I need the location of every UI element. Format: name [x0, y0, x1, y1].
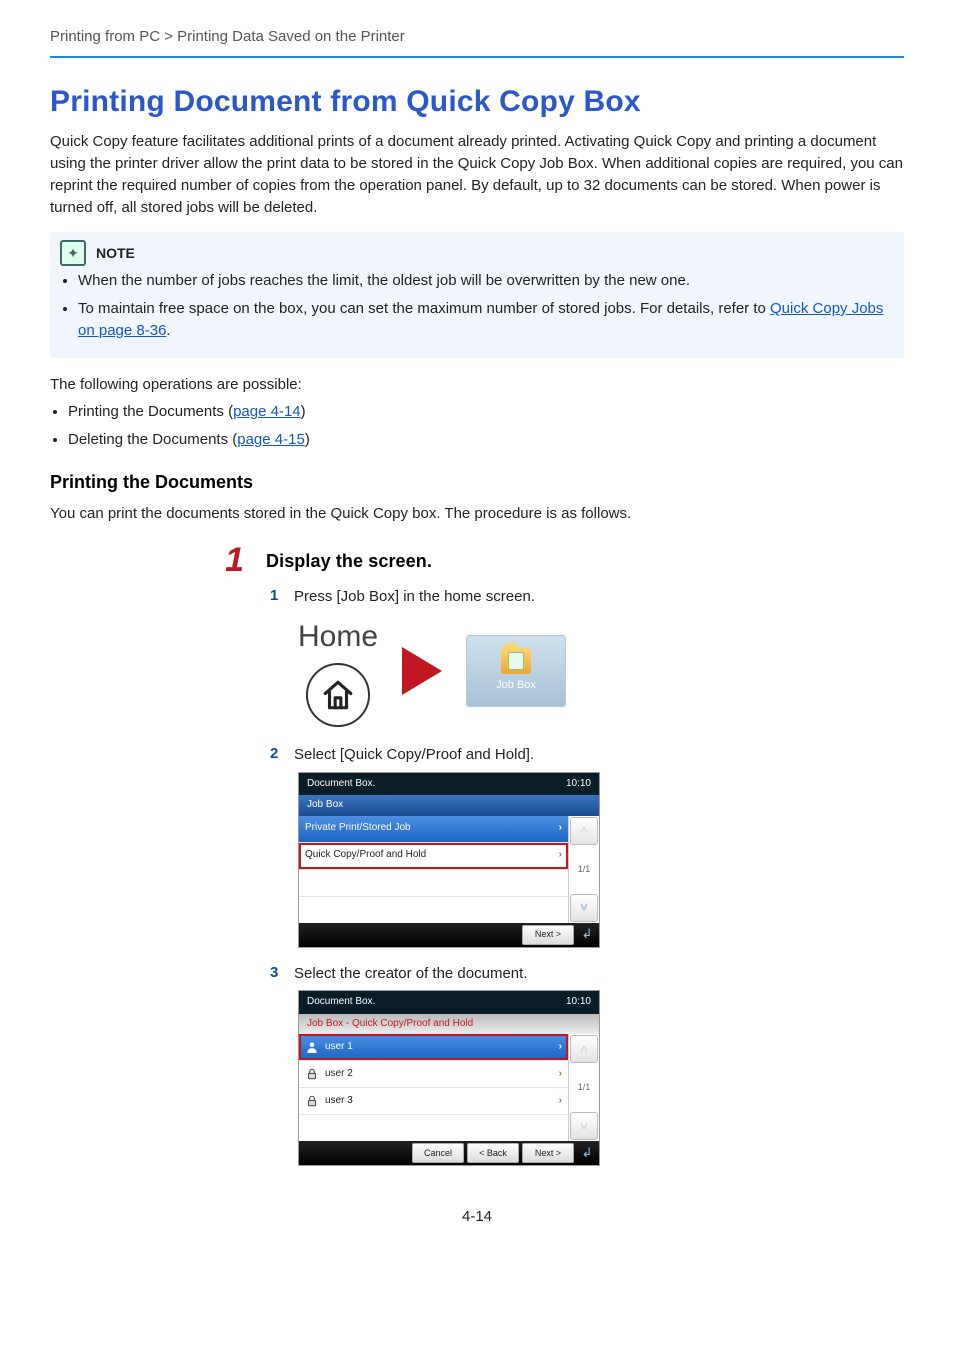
touchpanel-screenshot-job-box: Document Box. 10:10 Job Box Private Prin…: [298, 772, 600, 948]
printing-docs-intro: You can print the documents stored in th…: [50, 503, 904, 525]
list-item-user[interactable]: user 3 ›: [299, 1088, 568, 1115]
note-icon: ✦: [60, 240, 86, 266]
home-to-jobbox-illustration: Home Job Box: [298, 615, 904, 727]
chevron-right-icon: ›: [559, 1067, 562, 1082]
list-item-private-print[interactable]: Private Print/Stored Job ›: [299, 816, 568, 843]
page-indicator: 1/1: [569, 846, 599, 893]
note-item-end: .: [166, 322, 170, 339]
list-item-user[interactable]: user 2 ›: [299, 1061, 568, 1088]
note-item: When the number of jobs reaches the limi…: [78, 270, 894, 292]
note-label: NOTE: [96, 243, 135, 263]
list-item-empty: [299, 870, 568, 897]
note-item-text: To maintain free space on the box, you c…: [78, 300, 770, 317]
chevron-right-icon: ›: [559, 1094, 562, 1109]
scroll-down-button[interactable]: ˅: [570, 1112, 598, 1140]
ops-item: Printing the Documents (page 4-14): [68, 401, 904, 423]
list-item-label: Quick Copy/Proof and Hold: [305, 848, 426, 863]
step-title: Display the screen.: [266, 548, 432, 574]
breadcrumb: Printing from PC > Printing Data Saved o…: [50, 26, 904, 58]
substep-text: Press [Job Box] in the home screen.: [294, 585, 535, 608]
home-label: Home: [298, 615, 378, 659]
lock-icon: [305, 1067, 319, 1081]
screen-time: 10:10: [566, 777, 591, 792]
next-button[interactable]: Next >: [522, 925, 574, 945]
screen-time: 10:10: [566, 995, 591, 1010]
list-item-quick-copy[interactable]: Quick Copy/Proof and Hold ›: [299, 843, 568, 870]
chevron-right-icon: ›: [559, 1040, 562, 1055]
intro-text: Quick Copy feature facilitates additiona…: [50, 131, 904, 218]
cancel-button[interactable]: Cancel: [412, 1143, 464, 1163]
scroll-up-button[interactable]: ˄: [570, 817, 598, 845]
enter-icon: ↲: [577, 1144, 597, 1162]
printing-docs-heading: Printing the Documents: [50, 469, 904, 495]
substep-number: 2: [270, 743, 282, 765]
ops-item: Deleting the Documents (page 4-15): [68, 429, 904, 451]
ops-item-end: ): [305, 431, 310, 448]
screen-title: Document Box.: [307, 777, 375, 792]
list-item-user[interactable]: user 1 ›: [299, 1034, 568, 1061]
chevron-right-icon: ›: [559, 848, 562, 863]
job-box-tile[interactable]: Job Box: [466, 635, 566, 707]
screen-subtitle: Job Box - Quick Copy/Proof and Hold: [299, 1014, 599, 1035]
screen-title: Document Box.: [307, 995, 375, 1010]
step-number: 1: [220, 543, 244, 577]
touchpanel-screenshot-users: Document Box. 10:10 Job Box - Quick Copy…: [298, 990, 600, 1166]
scroll-down-button[interactable]: ˅: [570, 894, 598, 922]
home-icon: [306, 663, 370, 727]
back-button[interactable]: < Back: [467, 1143, 519, 1163]
person-icon: [305, 1040, 319, 1054]
list-item-empty: [299, 1115, 568, 1141]
ops-item-end: ): [301, 403, 306, 420]
ops-link[interactable]: page 4-15: [237, 431, 305, 448]
ops-item-text: Printing the Documents (: [68, 403, 233, 420]
next-button[interactable]: Next >: [522, 1143, 574, 1163]
following-ops-text: The following operations are possible:: [50, 374, 904, 396]
list-item-empty: [299, 897, 568, 923]
tile-label: Job Box: [496, 678, 536, 694]
page-number: 4-14: [50, 1206, 904, 1228]
note-box: ✦ NOTE When the number of jobs reaches t…: [50, 232, 904, 357]
ops-link[interactable]: page 4-14: [233, 403, 301, 420]
substep-text: Select the creator of the document.: [294, 962, 527, 985]
chevron-right-icon: ›: [559, 821, 562, 836]
enter-icon: ↲: [577, 926, 597, 944]
scroll-up-button[interactable]: ˄: [570, 1035, 598, 1063]
ops-item-text: Deleting the Documents (: [68, 431, 237, 448]
list-item-label: user 1: [325, 1040, 353, 1055]
list-item-label: user 2: [325, 1067, 353, 1082]
list-item-label: user 3: [325, 1094, 353, 1109]
arrow-icon: [402, 647, 442, 695]
substep-number: 3: [270, 962, 282, 984]
lock-icon: [305, 1094, 319, 1108]
substep-number: 1: [270, 585, 282, 607]
list-item-label: Private Print/Stored Job: [305, 821, 411, 836]
screen-subtitle: Job Box: [299, 795, 599, 816]
note-item: To maintain free space on the box, you c…: [78, 298, 894, 342]
substep-text: Select [Quick Copy/Proof and Hold].: [294, 743, 534, 766]
folder-icon: [501, 648, 531, 674]
section-title: Printing Document from Quick Copy Box: [50, 80, 904, 124]
page-indicator: 1/1: [569, 1064, 599, 1111]
